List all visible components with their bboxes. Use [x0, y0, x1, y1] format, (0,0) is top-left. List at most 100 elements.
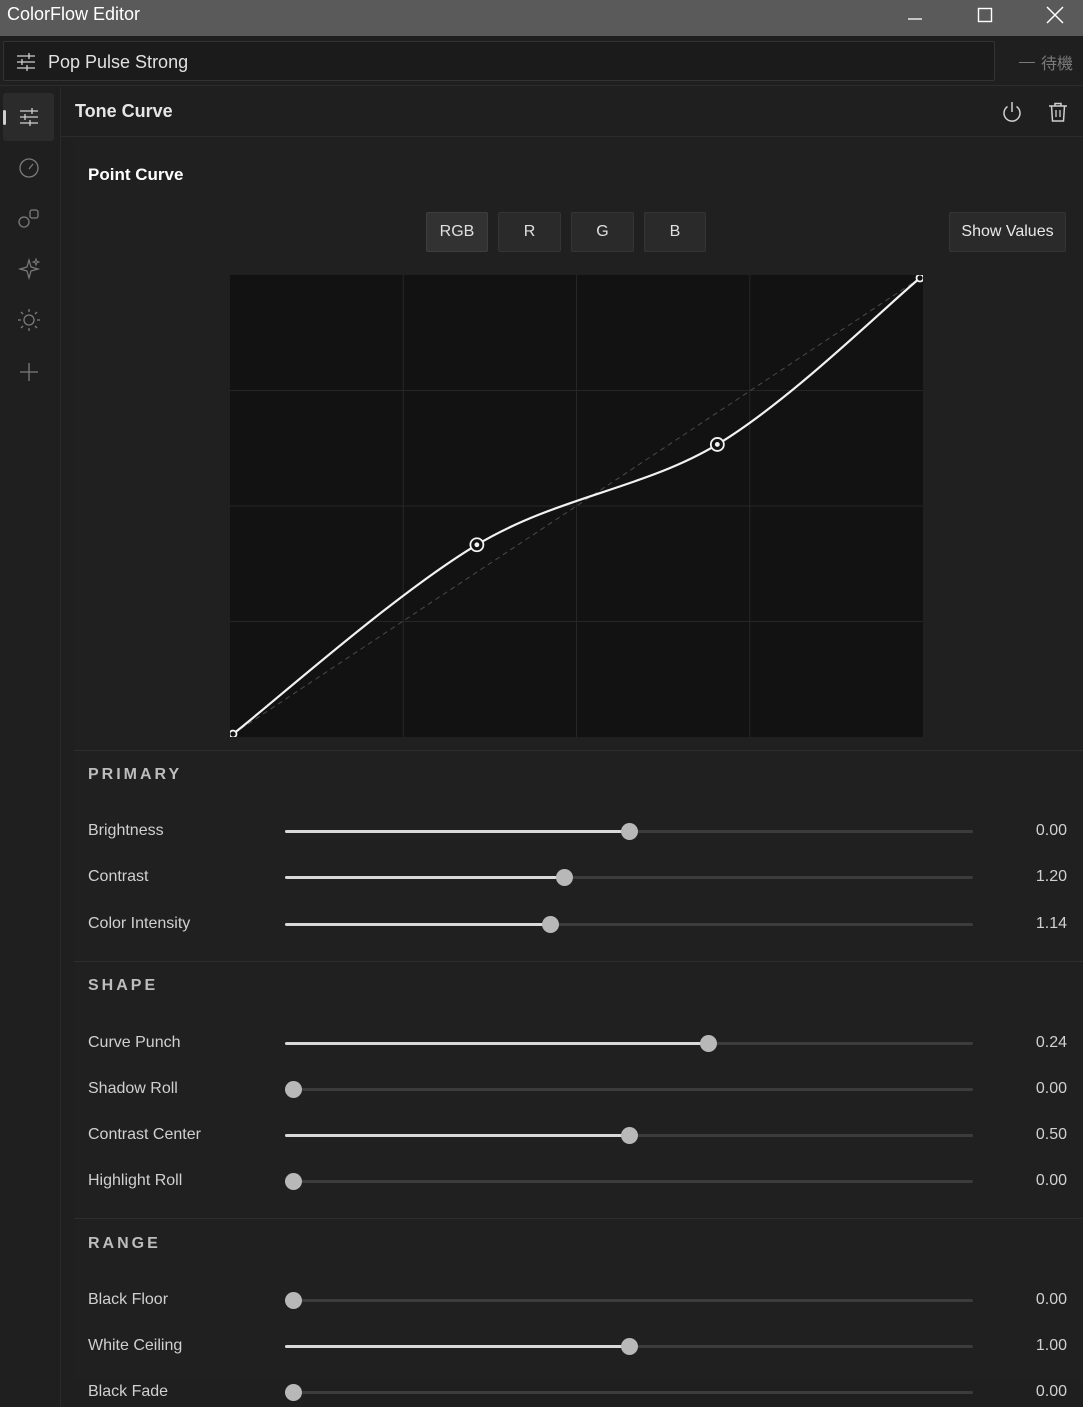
close-button[interactable]: [1025, 0, 1083, 30]
channel-b-button[interactable]: B: [644, 212, 706, 252]
contrast-center-slider[interactable]: [285, 1127, 973, 1144]
sidebar-item-effects[interactable]: [3, 245, 54, 293]
slider-row-black-floor: Black Floor 0.00: [74, 1286, 1083, 1316]
contrast-slider[interactable]: [285, 869, 973, 886]
sliders-icon: [16, 52, 36, 77]
section-divider: [74, 750, 1083, 751]
show-values-button[interactable]: Show Values: [949, 212, 1066, 252]
panel-header: Tone Curve: [61, 87, 1083, 137]
sidebar-item-gauge[interactable]: [3, 144, 54, 192]
slider-thumb[interactable]: [621, 1338, 638, 1355]
slider-label: Black Fade: [88, 1383, 169, 1400]
minimize-icon: [908, 18, 922, 20]
slider-value: 0.50: [1035, 1126, 1067, 1143]
minimize-button[interactable]: [885, 0, 945, 30]
slider-label: Contrast: [88, 868, 149, 885]
sidebar: [0, 87, 61, 1407]
status-indicator: 待機: [1018, 50, 1073, 74]
trash-icon: [1049, 102, 1067, 122]
slider-fill: [285, 830, 629, 833]
slider-label: Shadow Roll: [88, 1080, 178, 1097]
curve-editor[interactable]: [228, 273, 925, 739]
slider-label: Contrast Center: [88, 1126, 201, 1143]
group-title: PRIMARY: [88, 766, 183, 783]
slider-value: 1.00: [1035, 1337, 1067, 1354]
slider-thumb[interactable]: [621, 823, 638, 840]
slider-value: 0.00: [1035, 822, 1067, 839]
slider-thumb[interactable]: [542, 916, 560, 933]
slider-row-brightness: Brightness 0.00: [74, 817, 1083, 847]
slider-thumb[interactable]: [555, 869, 573, 886]
gauge-icon: [18, 158, 39, 178]
slider-thumb[interactable]: [285, 1384, 302, 1401]
slider-fill: [285, 876, 564, 879]
preset-bar: Pop Pulse Strong 待機: [0, 36, 1083, 86]
channel-g-button[interactable]: G: [571, 212, 634, 252]
brightness-slider[interactable]: [285, 823, 973, 840]
slider-row-highlight-roll: Highlight Roll 0.00: [74, 1167, 1083, 1197]
slider-value: 0.00: [1035, 1080, 1067, 1097]
close-icon: [1046, 6, 1064, 24]
slider-row-black-fade: Black Fade 0.00: [74, 1378, 1083, 1407]
dash-icon: [1018, 61, 1035, 63]
delete-button[interactable]: [1045, 99, 1071, 125]
curve-control-point[interactable]: [915, 273, 925, 283]
slider-fill: [285, 1345, 629, 1348]
power-button[interactable]: [999, 99, 1025, 125]
curve-control-point[interactable]: [228, 729, 238, 739]
black-fade-slider[interactable]: [285, 1384, 973, 1401]
preset-name: Pop Pulse Strong: [48, 52, 189, 72]
point-curve-title: Point Curve: [88, 165, 184, 184]
white-ceiling-slider[interactable]: [285, 1338, 973, 1355]
slider-thumb[interactable]: [285, 1292, 302, 1309]
slider-fill: [285, 923, 551, 926]
shapes-icon: [17, 209, 39, 228]
slider-value: 0.24: [1035, 1034, 1067, 1051]
group-title: RANGE: [88, 1235, 161, 1252]
main-panel: Tone Curve Point Curve RGB R G B Show Va…: [61, 87, 1083, 1407]
shadow-roll-slider[interactable]: [285, 1081, 973, 1098]
slider-label: Highlight Roll: [88, 1172, 183, 1189]
slider-thumb[interactable]: [285, 1081, 302, 1098]
channel-rgb-button[interactable]: RGB: [426, 212, 488, 252]
slider-row-color-intensity: Color Intensity 1.14: [74, 910, 1083, 940]
slider-fill: [285, 1042, 709, 1045]
sparkle-icon: [17, 257, 40, 281]
highlight-roll-slider[interactable]: [285, 1173, 973, 1190]
slider-value: 1.14: [1035, 915, 1067, 932]
channel-r-button[interactable]: R: [498, 212, 561, 252]
power-icon: [1003, 102, 1021, 122]
slider-row-contrast-center: Contrast Center 0.50: [74, 1121, 1083, 1151]
preset-selector[interactable]: Pop Pulse Strong: [3, 41, 995, 81]
slider-thumb[interactable]: [700, 1035, 718, 1052]
slider-value: 0.00: [1035, 1172, 1067, 1189]
slider-value: 1.20: [1035, 868, 1067, 885]
group-title: SHAPE: [88, 977, 159, 994]
sun-icon: [17, 309, 40, 331]
slider-label: Color Intensity: [88, 915, 191, 932]
slider-row-contrast: Contrast 1.20: [74, 863, 1083, 893]
slider-row-shadow-roll: Shadow Roll 0.00: [74, 1075, 1083, 1105]
slider-label: Brightness: [88, 822, 164, 839]
sidebar-item-light[interactable]: [3, 296, 54, 344]
status-text: 待機: [1040, 56, 1073, 73]
sliders-icon: [19, 108, 38, 126]
curve-punch-slider[interactable]: [285, 1035, 973, 1052]
sidebar-item-add[interactable]: [3, 348, 54, 396]
sidebar-item-tone-curve[interactable]: [3, 93, 54, 141]
curve-canvas[interactable]: [228, 273, 925, 739]
slider-fill: [285, 1134, 629, 1137]
slider-thumb[interactable]: [285, 1173, 302, 1190]
slider-value: 0.00: [1035, 1291, 1067, 1308]
black-floor-slider[interactable]: [285, 1292, 973, 1309]
title-bar: ColorFlow Editor: [0, 0, 1083, 36]
window-title: ColorFlow Editor: [7, 4, 141, 24]
maximize-button[interactable]: [955, 0, 1015, 30]
slider-label: White Ceiling: [88, 1337, 183, 1354]
slider-thumb[interactable]: [621, 1127, 638, 1144]
control-point-center: [714, 442, 720, 447]
section-divider: [74, 1218, 1083, 1219]
sidebar-item-shapes[interactable]: [3, 194, 54, 242]
panel-title: Tone Curve: [75, 101, 173, 121]
color-intensity-slider[interactable]: [285, 916, 973, 933]
